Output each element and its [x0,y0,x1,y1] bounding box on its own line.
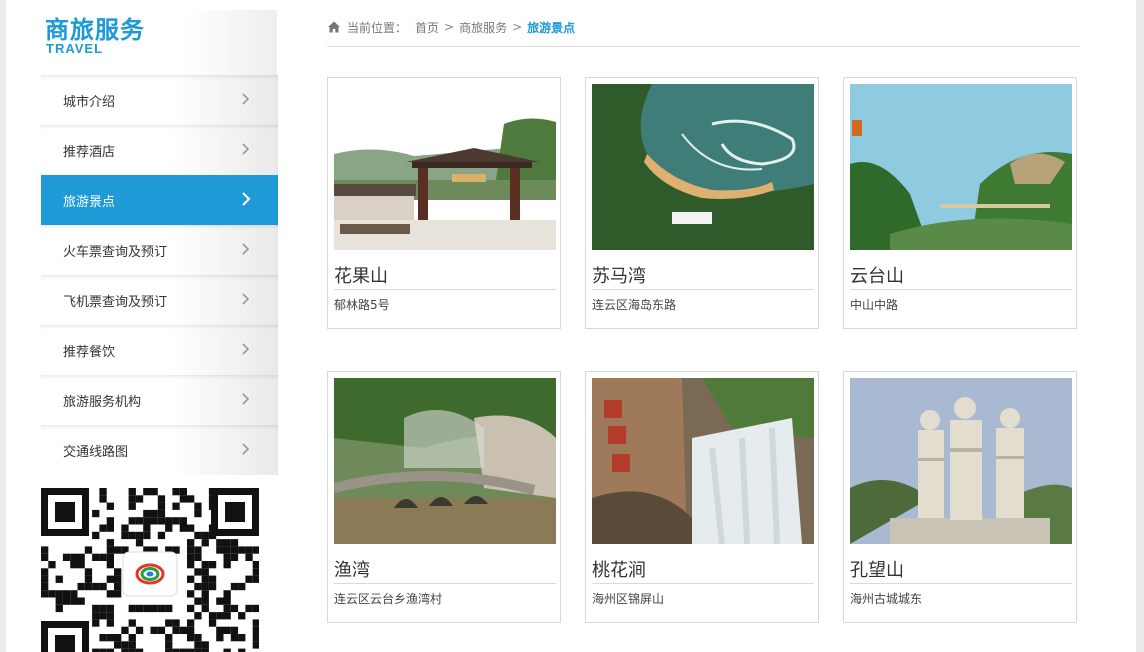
brand-logo-icon [122,551,178,597]
sidebar-item-label: 火车票查询及预订 [63,245,168,260]
sidebar-item-label: 推荐餐饮 [63,345,116,360]
breadcrumb-separator: > [444,20,455,34]
chevron-right-icon [242,393,250,405]
attraction-address: 连云区海岛东路 [592,298,677,312]
attraction-name: 桃花涧 [592,560,646,581]
attraction-photo [334,378,556,544]
divider [850,583,1072,584]
attraction-name: 苏马湾 [592,266,646,287]
sidebar-item-label: 旅游服务机构 [63,395,142,410]
chevron-right-icon [242,293,250,305]
attraction-card-sumawan[interactable]: 苏马湾 连云区海岛东路 [585,77,819,329]
chevron-right-icon [242,192,251,206]
sidebar-header: 商旅服务 TRAVEL [45,10,277,76]
attraction-photo [334,84,556,250]
sidebar-item-label: 推荐酒店 [63,145,116,160]
attraction-photo [850,84,1072,250]
page: 商旅服务 TRAVEL 城市介绍 推荐酒店 旅游景点 火车票查询及预订 飞机票查… [6,0,1136,652]
sidebar-title: 商旅服务 [45,16,145,44]
sidebar-item-dining[interactable]: 推荐餐饮 [41,325,278,375]
attraction-address: 连云区云台乡渔湾村 [334,592,443,606]
chevron-right-icon [242,443,250,455]
attraction-name: 云台山 [850,266,904,287]
sidebar-item-attractions[interactable]: 旅游景点 [41,175,278,225]
breadcrumb-separator: > [512,20,523,34]
attraction-photo [592,378,814,544]
chevron-right-icon [242,343,250,355]
attraction-name: 孔望山 [850,560,904,581]
sidebar-item-train-tickets[interactable]: 火车票查询及预订 [41,225,278,275]
attraction-address: 郁林路5号 [334,298,390,312]
attraction-card-yuntaishan[interactable]: 云台山 中山中路 [843,77,1077,329]
attraction-name: 花果山 [334,266,388,287]
breadcrumb-parent-link[interactable]: 商旅服务 [459,19,507,36]
sidebar-item-label: 交通线路图 [63,445,129,460]
divider [850,289,1072,290]
attraction-card-kongwangshan[interactable]: 孔望山 海州古城城东 [843,371,1077,623]
breadcrumb-current: 旅游景点 [527,20,576,35]
divider [592,583,814,584]
attraction-card-huaguoshan[interactable]: 花果山 郁林路5号 [327,77,561,329]
home-icon [328,21,340,33]
divider [334,289,556,290]
sidebar-item-label: 城市介绍 [63,95,116,110]
breadcrumb-prefix: 当前位置： [347,20,408,35]
sidebar-item-travel-agencies[interactable]: 旅游服务机构 [41,375,278,425]
sidebar-subtitle: TRAVEL [46,41,104,56]
chevron-right-icon [242,243,250,255]
breadcrumb-home-link[interactable]: 首页 [415,19,439,36]
chevron-right-icon [242,93,250,105]
qr-code [41,488,259,652]
attraction-address: 中山中路 [850,298,899,312]
sidebar-menu: 城市介绍 推荐酒店 旅游景点 火车票查询及预订 飞机票查询及预订 推荐餐饮 旅游… [41,75,278,475]
attraction-photo [592,84,814,250]
attraction-photo [850,378,1072,544]
sidebar-item-transit-map[interactable]: 交通线路图 [41,425,278,475]
attraction-name: 渔湾 [334,560,370,581]
attraction-address: 海州区锦屏山 [592,592,665,606]
attraction-address: 海州古城城东 [850,592,923,606]
divider [592,289,814,290]
sidebar-item-label: 飞机票查询及预订 [63,295,168,310]
chevron-right-icon [242,143,250,155]
breadcrumb: 当前位置： 首页 > 商旅服务 > 旅游景点 [327,18,575,36]
attraction-card-yuwan[interactable]: 渔湾 连云区云台乡渔湾村 [327,371,561,623]
sidebar-item-hotels[interactable]: 推荐酒店 [41,125,278,175]
sidebar-item-label: 旅游景点 [63,195,116,210]
attraction-card-taohuajian[interactable]: 桃花涧 海州区锦屏山 [585,371,819,623]
divider [334,583,556,584]
breadcrumb-divider [327,46,1080,47]
sidebar-item-flight-tickets[interactable]: 飞机票查询及预订 [41,275,278,325]
sidebar-item-city-intro[interactable]: 城市介绍 [41,75,278,125]
